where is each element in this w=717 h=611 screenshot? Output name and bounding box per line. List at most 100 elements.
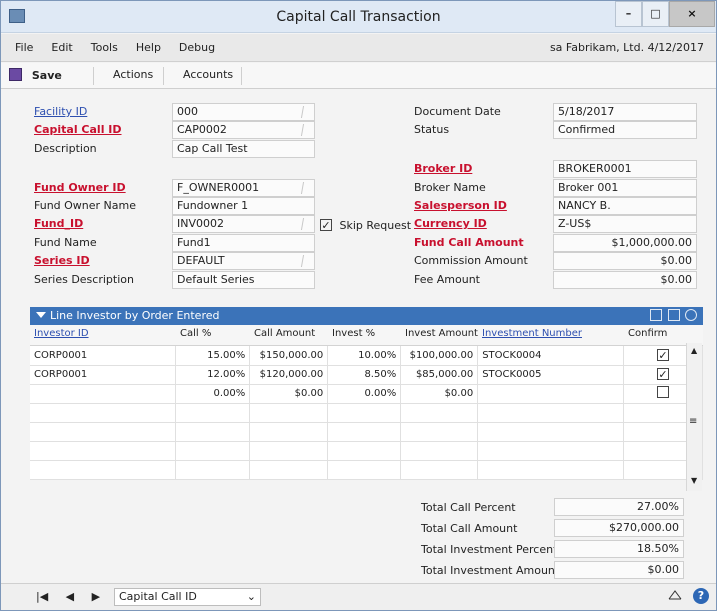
confirm-checkbox[interactable] xyxy=(657,386,670,398)
lookup-icon[interactable] xyxy=(300,106,314,118)
table-cell[interactable] xyxy=(400,422,479,442)
table-cell[interactable] xyxy=(30,403,177,423)
table-cell[interactable] xyxy=(30,460,177,480)
confirm-checkbox[interactable]: ✓ xyxy=(657,348,670,361)
table-row[interactable] xyxy=(30,422,703,442)
table-cell[interactable] xyxy=(400,441,479,461)
skip-request-control[interactable]: ✓ Skip Request xyxy=(320,219,411,232)
maximize-button[interactable]: □ xyxy=(642,1,669,27)
label-series-id[interactable]: Series ID xyxy=(34,254,90,267)
field-broker-id[interactable]: BROKER0001 xyxy=(553,160,697,178)
field-commission-amount[interactable]: $0.00 xyxy=(553,252,697,270)
table-cell[interactable]: 8.50% xyxy=(327,365,402,385)
table-cell[interactable]: $0.00 xyxy=(400,384,479,404)
table-cell[interactable]: 0.00% xyxy=(175,384,251,404)
table-cell[interactable]: $100,000.00 xyxy=(400,346,479,366)
help-icon[interactable]: ? xyxy=(693,588,709,604)
sort-by-select[interactable]: Capital Call ID ⌄ xyxy=(114,588,261,606)
table-cell[interactable] xyxy=(477,441,625,461)
grid-scrollbar[interactable]: ▲ ≡ ▼ xyxy=(686,343,702,491)
field-description[interactable]: Cap Call Test xyxy=(172,140,315,158)
column-confirm[interactable]: Confirm xyxy=(628,328,667,339)
scroll-down-icon[interactable]: ▼ xyxy=(691,476,697,485)
label-capital-call-id[interactable]: Capital Call ID xyxy=(34,123,122,136)
table-cell[interactable] xyxy=(175,422,251,442)
column-call-amount[interactable]: Call Amount xyxy=(254,328,315,339)
table-cell[interactable] xyxy=(249,460,329,480)
table-cell[interactable]: CORP0001 xyxy=(30,365,177,385)
label-broker-id[interactable]: Broker ID xyxy=(414,162,472,175)
table-cell[interactable] xyxy=(249,403,329,423)
table-cell[interactable] xyxy=(477,384,625,404)
accounts-menu[interactable]: Accounts xyxy=(183,68,233,81)
lookup-icon[interactable] xyxy=(300,182,314,194)
column-call-[interactable]: Call % xyxy=(180,328,211,339)
table-cell[interactable]: 0.00% xyxy=(327,384,402,404)
menu-item-edit[interactable]: Edit xyxy=(51,41,72,54)
scroll-up-icon[interactable]: ▲ xyxy=(691,346,697,355)
table-row[interactable]: 0.00% $0.00 0.00% $0.00 xyxy=(30,384,703,404)
label-currency-id[interactable]: Currency ID xyxy=(414,217,487,230)
table-cell[interactable] xyxy=(327,403,402,423)
column-investor-id[interactable]: Investor ID xyxy=(34,328,89,339)
table-cell[interactable] xyxy=(477,422,625,442)
table-cell[interactable] xyxy=(327,422,402,442)
menu-item-tools[interactable]: Tools xyxy=(91,41,118,54)
field-fund-name[interactable]: Fund1 xyxy=(172,234,315,252)
table-cell[interactable]: $150,000.00 xyxy=(249,346,329,366)
lookup-icon[interactable] xyxy=(300,124,314,136)
field-series-description[interactable]: Default Series xyxy=(172,271,315,289)
table-cell[interactable] xyxy=(400,460,479,480)
label-salesperson-id[interactable]: Salesperson ID xyxy=(414,199,507,212)
actions-menu[interactable]: Actions xyxy=(113,68,153,81)
table-row[interactable]: CORP0001 15.00% $150,000.00 10.00% $100,000.… xyxy=(30,346,703,366)
save-button[interactable]: Save xyxy=(9,68,62,82)
column-investment-number[interactable]: Investment Number xyxy=(482,328,582,339)
table-row[interactable] xyxy=(30,441,703,461)
table-cell[interactable] xyxy=(175,403,251,423)
menu-item-help[interactable]: Help xyxy=(136,41,161,54)
table-cell[interactable] xyxy=(327,441,402,461)
field-fund-owner-id[interactable]: F_OWNER0001 xyxy=(172,179,315,197)
table-cell[interactable] xyxy=(400,403,479,423)
menu-item-file[interactable]: File xyxy=(15,41,33,54)
lookup-icon[interactable] xyxy=(300,218,314,230)
label-fund-owner-id[interactable]: Fund Owner ID xyxy=(34,181,126,194)
confirm-checkbox[interactable]: ✓ xyxy=(657,368,670,380)
field-currency-id[interactable]: Z-US$ xyxy=(553,215,697,233)
table-cell[interactable] xyxy=(30,384,177,404)
collapse-icon[interactable] xyxy=(36,312,46,318)
table-cell[interactable]: $0.00 xyxy=(249,384,329,404)
table-cell[interactable] xyxy=(30,441,177,461)
table-cell[interactable] xyxy=(249,422,329,442)
next-record-icon[interactable]: ▶ xyxy=(92,590,100,603)
field-fund-id[interactable]: INV0002 xyxy=(172,215,315,233)
table-row[interactable] xyxy=(30,460,703,480)
table-row[interactable] xyxy=(30,403,703,423)
menu-item-debug[interactable]: Debug xyxy=(179,41,215,54)
table-cell[interactable] xyxy=(30,422,177,442)
table-cell[interactable]: 10.00% xyxy=(327,346,402,366)
skip-request-checkbox[interactable]: ✓ xyxy=(320,219,332,231)
label-facility-id[interactable]: Facility ID xyxy=(34,105,87,118)
table-cell[interactable] xyxy=(175,441,251,461)
field-status[interactable]: Confirmed xyxy=(553,121,697,139)
note-icon[interactable] xyxy=(667,588,683,604)
field-capital-call-id[interactable]: CAP0002 xyxy=(172,121,315,139)
table-cell[interactable]: 12.00% xyxy=(175,365,251,385)
table-cell[interactable] xyxy=(477,403,625,423)
field-salesperson-id[interactable]: NANCY B. xyxy=(553,197,697,215)
lookup-icon[interactable] xyxy=(300,255,314,267)
close-button[interactable]: × xyxy=(669,1,715,27)
table-row[interactable]: CORP0001 12.00% $120,000.00 8.50% $85,000.00… xyxy=(30,365,703,385)
field-series-id[interactable]: DEFAULT xyxy=(172,252,315,270)
minimize-button[interactable]: – xyxy=(615,1,642,27)
field-document-date[interactable]: 5/18/2017 xyxy=(553,103,697,121)
table-cell[interactable]: $85,000.00 xyxy=(400,365,479,385)
column-invest-amount[interactable]: Invest Amount xyxy=(405,328,478,339)
table-cell[interactable] xyxy=(327,460,402,480)
table-cell[interactable] xyxy=(249,441,329,461)
field-fund-call-amount[interactable]: $1,000,000.00 xyxy=(553,234,697,252)
table-cell[interactable] xyxy=(477,460,625,480)
grid-insert-button[interactable] xyxy=(668,309,680,321)
